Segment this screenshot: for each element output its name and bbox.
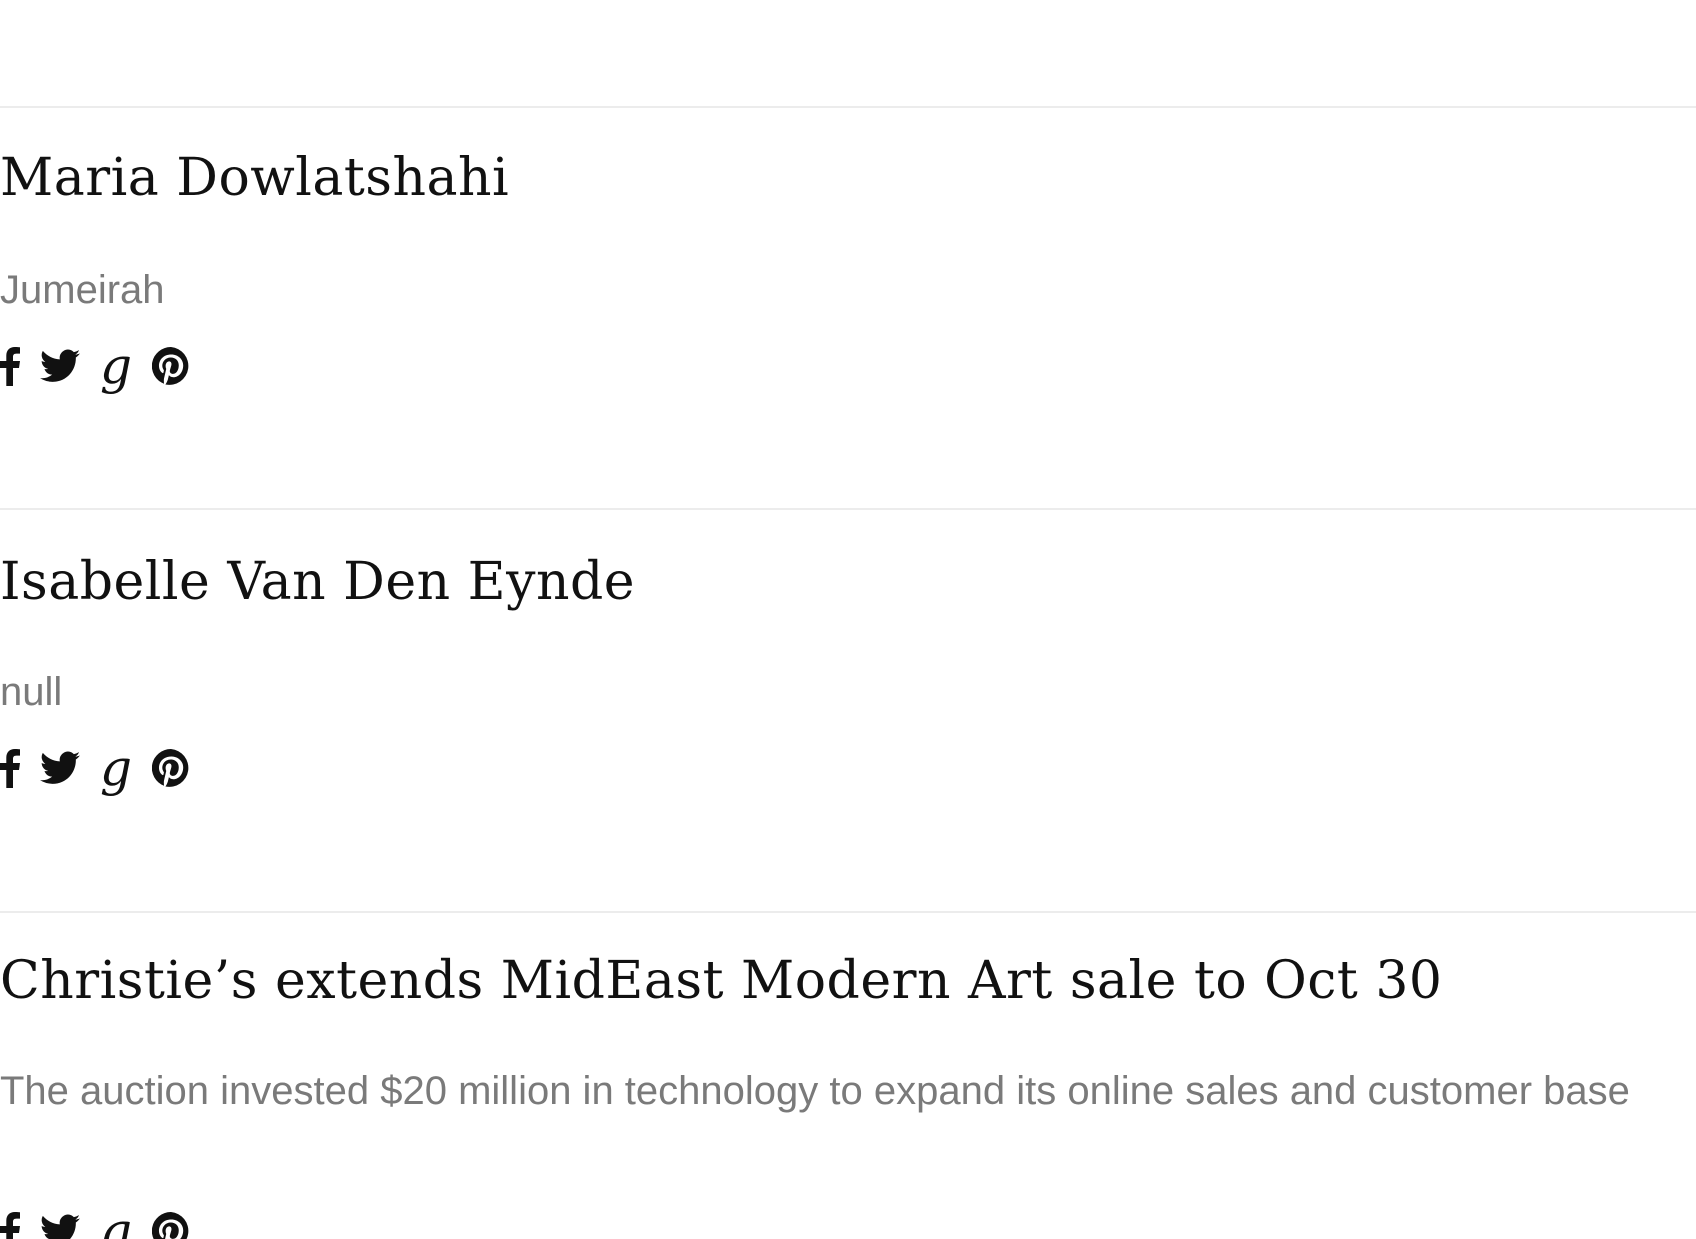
twitter-icon (41, 1214, 80, 1239)
googleplus-icon: g (100, 739, 133, 797)
twitter-icon (40, 349, 80, 382)
article-item: Isabelle Van Den Eynde null g (0, 508, 1696, 910)
article-item: Christie’s extends MidEast Modern Art sa… (0, 911, 1696, 1239)
share-buttons: g (0, 739, 210, 797)
pinterest-share-button[interactable] (152, 342, 190, 390)
article-title[interactable]: Christie’s extends MidEast Modern Art sa… (0, 951, 1443, 1011)
googleplus-icon: g (100, 337, 133, 395)
facebook-share-button[interactable] (0, 1207, 20, 1239)
pinterest-share-button[interactable] (152, 1207, 190, 1239)
facebook-icon (0, 1212, 20, 1239)
pinterest-icon (152, 1212, 189, 1239)
twitter-share-button[interactable] (40, 744, 80, 792)
article-item: Maria Dowlatshahi Jumeirah g (0, 106, 1696, 508)
facebook-share-button[interactable] (0, 744, 20, 792)
googleplus-share-button[interactable]: g (100, 1202, 133, 1239)
facebook-icon (0, 347, 20, 386)
share-buttons: g (0, 337, 210, 395)
facebook-share-button[interactable] (0, 342, 20, 390)
twitter-share-button[interactable] (40, 1207, 80, 1239)
googleplus-icon: g (100, 1202, 133, 1239)
twitter-icon (40, 751, 80, 784)
article-list: Maria Dowlatshahi Jumeirah g Isabelle Va… (0, 0, 1696, 1239)
article-title[interactable]: Isabelle Van Den Eynde (0, 552, 635, 612)
twitter-share-button[interactable] (40, 342, 80, 390)
googleplus-share-button[interactable]: g (100, 739, 133, 797)
article-excerpt: null (0, 670, 63, 714)
article-excerpt: The auction invested $20 million in tech… (0, 1069, 1630, 1113)
share-buttons: g (0, 1202, 210, 1239)
googleplus-share-button[interactable]: g (100, 337, 133, 395)
article-excerpt: Jumeirah (0, 268, 165, 312)
pinterest-icon (152, 749, 189, 787)
article-title[interactable]: Maria Dowlatshahi (0, 148, 509, 208)
pinterest-share-button[interactable] (152, 744, 190, 792)
facebook-icon (0, 749, 20, 788)
pinterest-icon (152, 347, 189, 385)
